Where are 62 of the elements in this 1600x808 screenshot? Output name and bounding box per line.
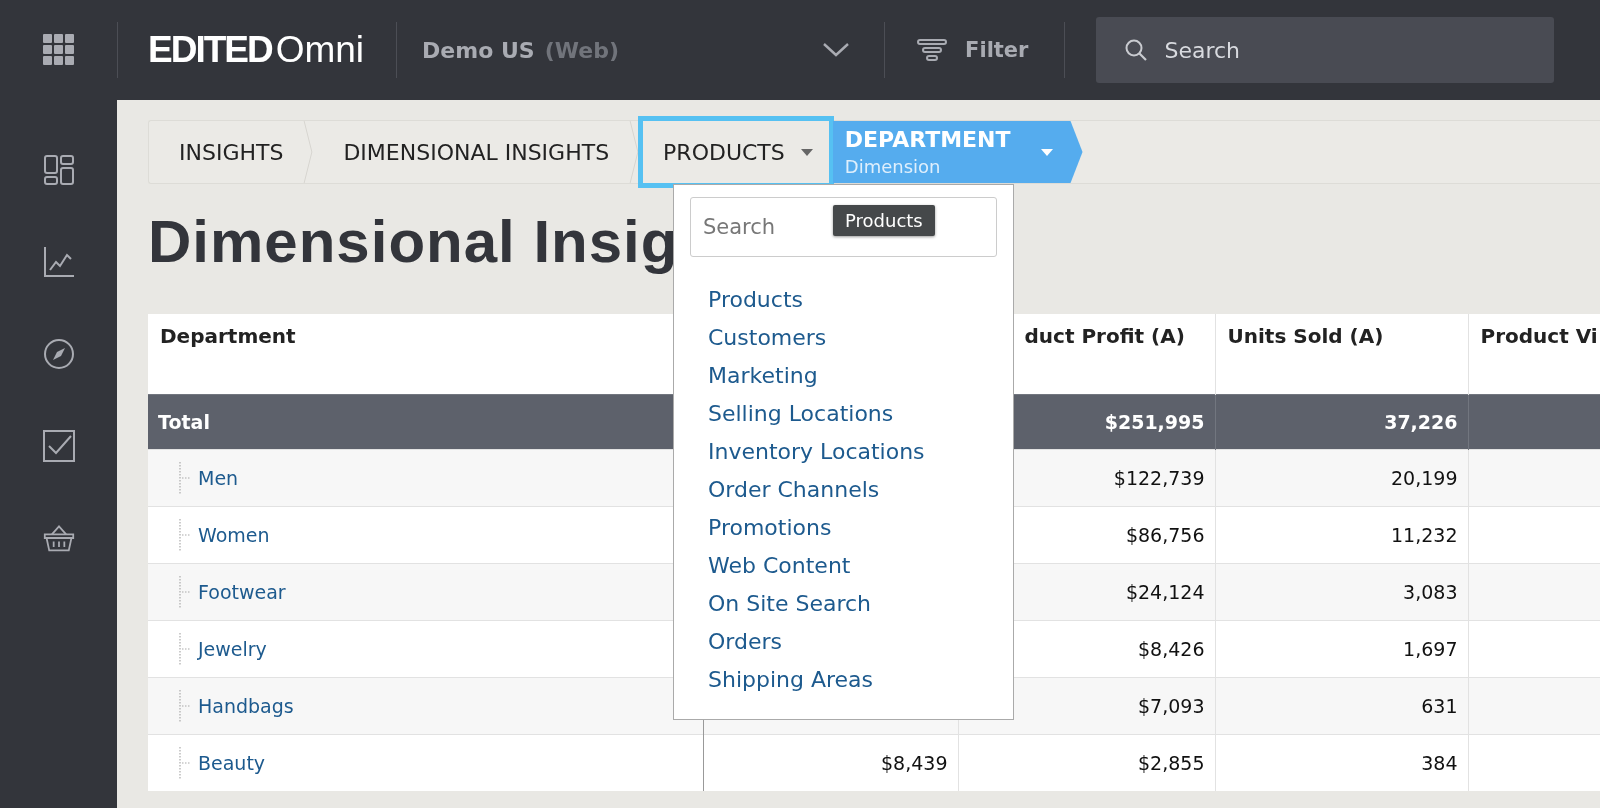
column-header[interactable]: Units Sold (A) (1227, 324, 1384, 348)
menu-item[interactable]: Selling Locations (708, 401, 894, 426)
table-cell: 20,199 (1391, 466, 1458, 489)
department-link[interactable]: Handbags (198, 694, 294, 717)
logo[interactable]: EDITEDOmni (118, 29, 397, 71)
compass-icon[interactable] (42, 338, 75, 370)
line-chart-icon[interactable] (42, 246, 75, 278)
chevron-down-icon (822, 42, 851, 58)
menu-item[interactable]: On Site Search (708, 591, 872, 616)
table-cell: $8,439 (881, 751, 948, 774)
table-cell: $8,426 (1138, 637, 1205, 660)
search-field[interactable]: Search (1096, 17, 1555, 83)
tooltip: Products (833, 205, 935, 236)
table-cell: 37,226 (1384, 410, 1458, 433)
table-cell: $122,739 (1113, 466, 1205, 489)
total-label: Total (158, 410, 210, 433)
breadcrumb-item[interactable]: PRODUCTS (643, 121, 829, 183)
tree-connector-icon (178, 632, 190, 665)
table-cell: $2,855 (1138, 751, 1205, 774)
column-header[interactable]: Product Vi (1480, 324, 1598, 348)
column-header[interactable]: Department (160, 324, 296, 348)
table-cell: 631 (1421, 694, 1458, 717)
tree-connector-icon (178, 575, 190, 608)
menu-item[interactable]: Orders (708, 629, 782, 654)
department-link[interactable]: Women (198, 523, 270, 546)
tree-connector-icon (178, 746, 190, 779)
search-icon (1124, 38, 1149, 62)
workspace-dropdown[interactable]: Demo US (Web) (397, 0, 885, 100)
menu-item[interactable]: Promotions (708, 515, 832, 540)
menu-item[interactable]: Order Channels (708, 477, 880, 502)
menu-item[interactable]: Products (708, 287, 803, 312)
tree-connector-icon (178, 461, 190, 494)
tree-connector-icon (178, 689, 190, 722)
table-cell: 11,232 (1391, 523, 1458, 546)
table-cell: $86,756 (1125, 523, 1205, 546)
menu-item[interactable]: Customers (708, 325, 827, 350)
table-cell: $24,124 (1125, 580, 1205, 603)
menu-item[interactable]: Shipping Areas (708, 667, 874, 692)
department-link[interactable]: Beauty (198, 751, 266, 774)
checkbox-icon[interactable] (42, 430, 75, 462)
table-cell: 1,697 (1403, 637, 1458, 660)
department-link[interactable]: Footwear (198, 580, 286, 603)
table-cell: 384 (1421, 751, 1458, 774)
page-title: Dimensional Insig (148, 207, 679, 277)
department-link[interactable]: Jewelry (198, 637, 267, 660)
caret-icon (1040, 148, 1053, 156)
tree-connector-icon (178, 518, 190, 551)
menu-item[interactable]: Marketing (708, 363, 818, 388)
breadcrumb-item[interactable]: INSIGHTS (149, 121, 304, 183)
filter-icon (917, 38, 948, 62)
table-cell: $251,995 (1104, 410, 1205, 433)
apps-grid-icon[interactable] (43, 34, 75, 66)
dashboard-icon[interactable] (42, 154, 75, 186)
caret-icon (800, 148, 813, 156)
menu-item[interactable]: Inventory Locations (708, 439, 925, 464)
filter-button[interactable]: Filter (885, 0, 1065, 100)
breadcrumb-item[interactable]: DIMENSIONAL INSIGHTS (313, 121, 630, 183)
column-header[interactable]: duct Profit (A) (1024, 324, 1185, 348)
table-cell: $7,093 (1138, 694, 1205, 717)
department-link[interactable]: Men (198, 466, 239, 489)
menu-item[interactable]: Web Content (708, 553, 851, 578)
table-cell: 3,083 (1403, 580, 1458, 603)
